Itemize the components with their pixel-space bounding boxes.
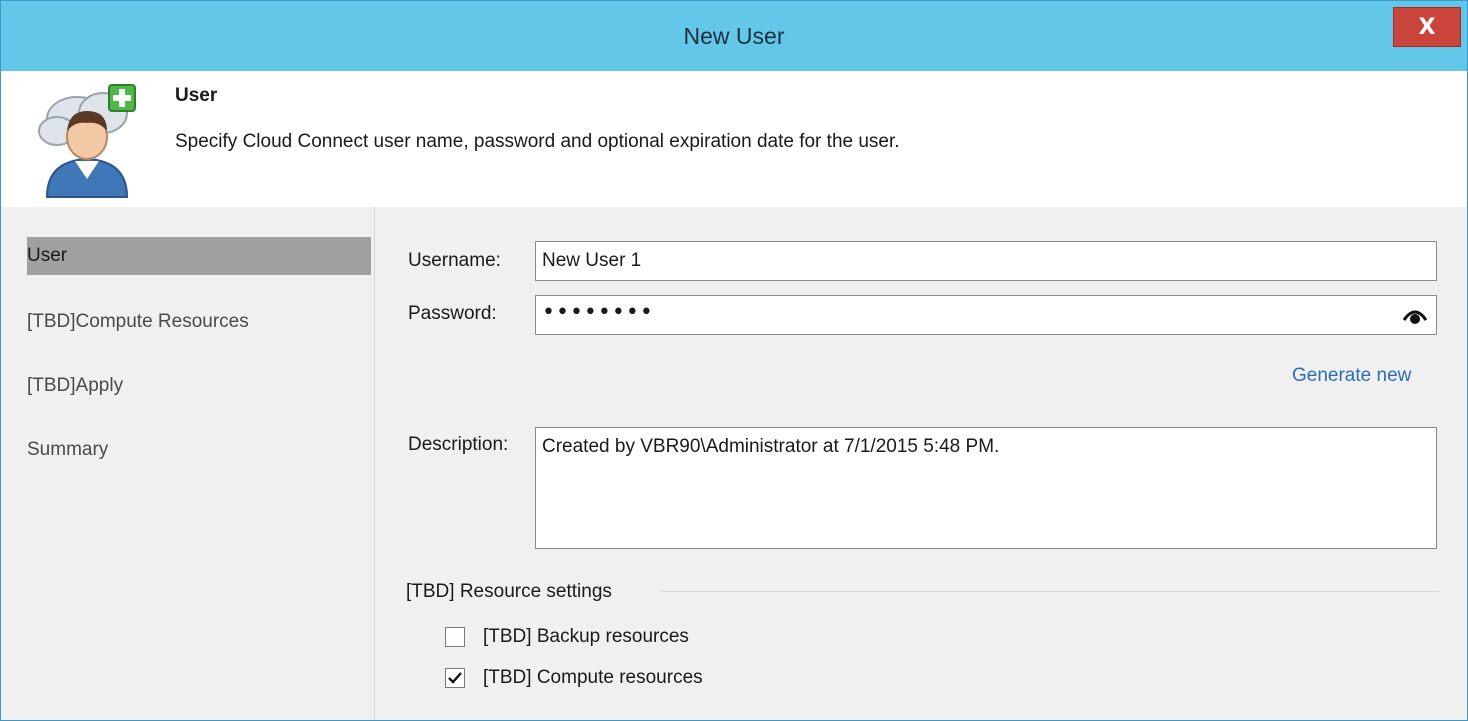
password-field[interactable]: ••••••••: [535, 295, 1437, 335]
close-button[interactable]: X: [1393, 7, 1461, 47]
page-title: User: [175, 85, 218, 106]
wizard-header: User Specify Cloud Connect user name, pa…: [1, 71, 1467, 207]
wizard-steps: User [TBD]Compute Resources [TBD]Apply S…: [1, 207, 375, 720]
password-value: ••••••••: [542, 300, 654, 325]
show-password-eye-icon[interactable]: [1402, 306, 1428, 326]
new-user-dialog: New User X User Specify Cloud Connect us…: [0, 0, 1468, 721]
backup-resources-checkbox[interactable]: [445, 627, 465, 647]
sidebar-item-compute-resources[interactable]: [TBD]Compute Resources: [27, 303, 249, 341]
form-panel: Username: New User 1 Password: •••••••• …: [375, 207, 1467, 720]
window-title: New User: [683, 23, 785, 49]
sidebar-item-summary[interactable]: Summary: [27, 431, 108, 469]
title-bar[interactable]: New User X: [1, 1, 1467, 71]
section-divider: [661, 591, 1439, 592]
password-label: Password:: [408, 303, 497, 324]
sidebar-item-label: [TBD]Apply: [27, 375, 124, 396]
compute-resources-label[interactable]: [TBD] Compute resources: [483, 667, 703, 689]
generate-new-link[interactable]: Generate new: [1292, 365, 1411, 387]
description-label: Description:: [408, 434, 509, 455]
username-field[interactable]: New User 1: [535, 241, 1437, 281]
compute-resources-checkbox[interactable]: [445, 668, 465, 688]
backup-resources-label[interactable]: [TBD] Backup resources: [483, 626, 689, 648]
description-value: Created by VBR90\Administrator at 7/1/20…: [542, 436, 1000, 457]
username-value: New User 1: [542, 250, 642, 271]
resource-settings-title: [TBD] Resource settings: [406, 581, 612, 602]
sidebar-item-label: [TBD]Compute Resources: [27, 311, 249, 332]
description-field[interactable]: Created by VBR90\Administrator at 7/1/20…: [535, 427, 1437, 549]
sidebar-item-label: User: [27, 245, 68, 266]
page-description: Specify Cloud Connect user name, passwor…: [175, 131, 900, 152]
sidebar-item-user[interactable]: User: [27, 237, 371, 275]
sidebar-item-apply[interactable]: [TBD]Apply: [27, 367, 123, 405]
username-label: Username:: [408, 250, 501, 271]
user-add-icon: [37, 79, 149, 199]
checkmark-icon: [448, 672, 462, 684]
sidebar-item-label: Summary: [27, 439, 109, 460]
